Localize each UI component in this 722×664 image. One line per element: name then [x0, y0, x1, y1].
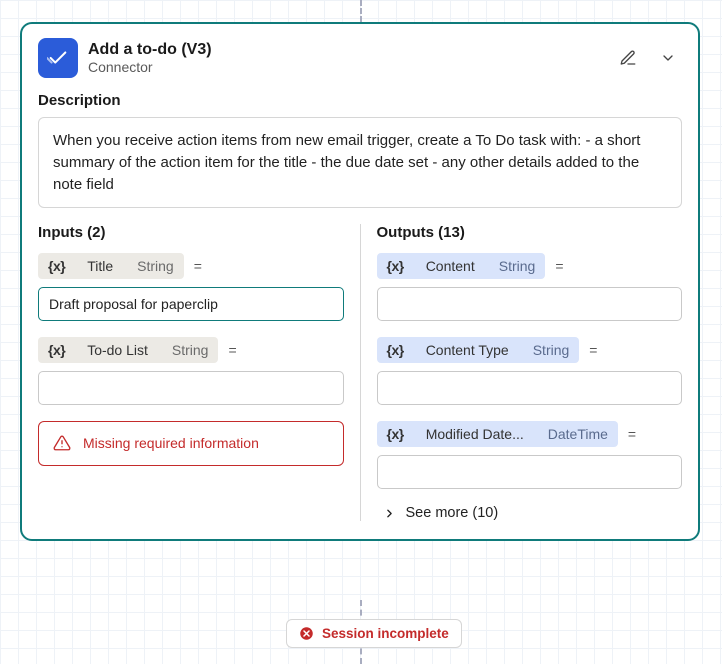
card-titles: Add a to-do (V3) Connector — [88, 40, 604, 76]
content-output[interactable] — [377, 287, 683, 321]
field-type: DateTime — [538, 421, 618, 447]
inputs-title: Inputs (2) — [38, 224, 344, 241]
field-type: String — [162, 337, 219, 363]
output-header: {x} Content String = — [377, 253, 683, 279]
title-input[interactable] — [38, 287, 344, 321]
edit-button[interactable] — [614, 44, 642, 72]
equals-sign: = — [194, 258, 202, 274]
input-field-todolist: {x} To-do List String = — [38, 337, 344, 405]
collapse-button[interactable] — [654, 44, 682, 72]
token-chip: {x} — [377, 421, 414, 447]
modifieddate-output[interactable] — [377, 455, 683, 489]
error-text: Missing required information — [83, 434, 259, 453]
header-actions — [614, 44, 682, 72]
field-type: String — [489, 253, 546, 279]
see-more-label: See more (10) — [406, 505, 499, 521]
field-name: Content Type — [414, 337, 523, 363]
token-chip: {x} — [38, 337, 75, 363]
equals-sign: = — [628, 426, 636, 442]
description-label: Description — [38, 92, 682, 109]
warning-icon — [53, 434, 71, 452]
pencil-icon — [619, 49, 637, 67]
validation-error: Missing required information — [38, 421, 344, 466]
outputs-column: Outputs (13) {x} Content String = {x} Co… — [361, 224, 683, 521]
field-type: String — [127, 253, 184, 279]
field-type: String — [523, 337, 580, 363]
todolist-input[interactable] — [38, 371, 344, 405]
token-chip: {x} — [377, 337, 414, 363]
field-name: Modified Date... — [414, 421, 538, 447]
equals-sign: = — [555, 258, 563, 274]
input-header: {x} To-do List String = — [38, 337, 344, 363]
output-header: {x} Modified Date... DateTime = — [377, 421, 683, 447]
chevron-right-icon — [383, 507, 396, 520]
field-name: Title — [75, 253, 127, 279]
outputs-title: Outputs (13) — [377, 224, 683, 241]
chevron-down-icon — [660, 50, 676, 66]
input-field-title: {x} Title String = — [38, 253, 344, 321]
token-chip: {x} — [38, 253, 75, 279]
todo-app-icon — [38, 38, 78, 78]
field-name: Content — [414, 253, 489, 279]
card-header: Add a to-do (V3) Connector — [38, 38, 682, 78]
output-field-modifieddate: {x} Modified Date... DateTime = — [377, 421, 683, 489]
token-chip: {x} — [377, 253, 414, 279]
connector-line-top — [360, 0, 362, 22]
inputs-column: Inputs (2) {x} Title String = {x} To-do … — [38, 224, 361, 521]
output-header: {x} Content Type String = — [377, 337, 683, 363]
error-circle-icon — [299, 626, 314, 641]
field-name: To-do List — [75, 337, 162, 363]
output-field-contenttype: {x} Content Type String = — [377, 337, 683, 405]
session-status-pill[interactable]: Session incomplete — [286, 619, 462, 648]
output-field-content: {x} Content String = — [377, 253, 683, 321]
status-text: Session incomplete — [322, 626, 449, 641]
contenttype-output[interactable] — [377, 371, 683, 405]
card-title: Add a to-do (V3) — [88, 40, 604, 59]
equals-sign: = — [589, 342, 597, 358]
see-more-button[interactable]: See more (10) — [377, 505, 683, 521]
equals-sign: = — [228, 342, 236, 358]
io-columns: Inputs (2) {x} Title String = {x} To-do … — [38, 224, 682, 521]
card-subtitle: Connector — [88, 59, 604, 76]
description-text: When you receive action items from new e… — [38, 117, 682, 208]
input-header: {x} Title String = — [38, 253, 344, 279]
action-card: Add a to-do (V3) Connector Description W… — [20, 22, 700, 541]
